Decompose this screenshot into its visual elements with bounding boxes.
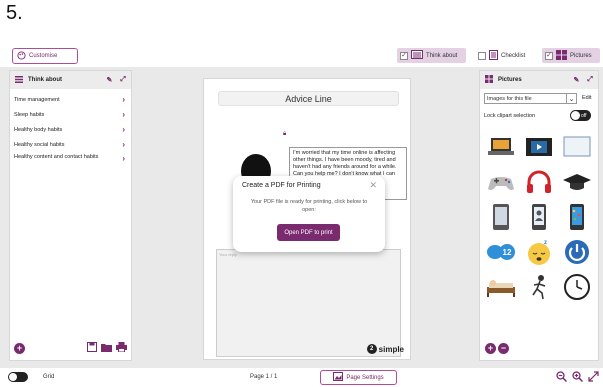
chevron-right-icon: ›: [122, 110, 125, 119]
toggle-knob: [9, 373, 17, 381]
monitor-icon[interactable]: [560, 132, 594, 161]
pdf-dialog: Create a PDF for Printing ✕ Your PDF fil…: [233, 176, 385, 252]
list-icon: [411, 50, 423, 61]
expand-icon[interactable]: ⤢: [120, 76, 126, 84]
sleeping-face-icon[interactable]: z: [522, 237, 556, 266]
think-about-title: Think about: [28, 77, 62, 83]
smartphone-icon[interactable]: [560, 202, 594, 231]
message-bubble-icon[interactable]: 12: [484, 237, 518, 266]
grid-label: Grid: [43, 374, 55, 380]
laptop-icon[interactable]: [484, 132, 518, 161]
think-about-item[interactable]: Sleep habits ›: [10, 107, 131, 122]
folder-icon[interactable]: [101, 339, 112, 357]
chevron-right-icon: ›: [122, 154, 125, 163]
think-about-item[interactable]: Healthy body habits ›: [10, 122, 131, 137]
dropdown-value: Images for this file: [487, 95, 532, 102]
edit-link[interactable]: Edit: [582, 95, 591, 101]
pictures-grid: 12 z: [484, 132, 596, 301]
brand-name: simple: [378, 344, 404, 354]
list-icon: [15, 75, 23, 85]
dialog-title: Create a PDF for Printing: [242, 182, 321, 189]
game-controller-icon[interactable]: [484, 167, 518, 196]
page-settings-button[interactable]: Page Settings: [320, 370, 397, 385]
pictures-footer: + −: [485, 343, 509, 354]
think-about-header: Think about ✎ ⤢: [10, 71, 131, 89]
pictures-grid-icon: [556, 49, 567, 62]
status-bar: Grid Page 1 / 1 Page Settings: [0, 368, 603, 387]
think-about-panel: Think about ✎ ⤢ Time management › Sleep h…: [9, 70, 132, 361]
dialog-message: Your PDF file is ready for printing, cli…: [250, 199, 368, 213]
toggle-state: off: [581, 112, 587, 119]
running-person-icon[interactable]: [522, 272, 556, 301]
remove-icon[interactable]: −: [498, 343, 509, 354]
reply-textbox[interactable]: Your reply: [216, 249, 401, 357]
close-icon[interactable]: ✕: [369, 180, 377, 191]
brand-mark: 2: [366, 344, 377, 354]
document-title[interactable]: Advice Line: [218, 91, 399, 106]
open-pdf-button[interactable]: Open PDF to print: [277, 224, 340, 241]
lock-icon[interactable]: 🔒︎: [283, 131, 286, 138]
pencil-icon[interactable]: ✎: [107, 76, 113, 84]
grid-toggle[interactable]: [8, 372, 28, 382]
toggle-knob: [571, 111, 580, 120]
think-about-item[interactable]: Time management ›: [10, 92, 131, 107]
zoom-out-icon[interactable]: [556, 371, 568, 384]
checklist-checkbox[interactable]: [478, 51, 486, 60]
chevron-right-icon: ›: [122, 95, 125, 104]
svg-text:z: z: [544, 240, 547, 246]
clock-icon[interactable]: [560, 272, 594, 301]
brand-logo: 2 simple: [366, 344, 404, 354]
fullscreen-icon[interactable]: [588, 371, 599, 384]
pictures-checkbox[interactable]: ✓: [545, 51, 553, 60]
print-icon[interactable]: [116, 339, 127, 357]
pictures-toggle[interactable]: ✓ Pictures: [542, 48, 600, 63]
phone-user-icon[interactable]: [522, 202, 556, 231]
expand-icon[interactable]: ⤢: [587, 76, 593, 84]
pencil-icon[interactable]: ✎: [574, 76, 580, 84]
pictures-title: Pictures: [498, 77, 522, 83]
chevron-right-icon: ›: [122, 125, 125, 134]
pictures-toggle-label: Pictures: [570, 52, 592, 59]
graduation-cap-icon[interactable]: [560, 167, 594, 196]
tablet-icon[interactable]: [484, 202, 518, 231]
reply-placeholder: Your reply: [219, 252, 237, 257]
page-settings-label: Page Settings: [346, 374, 384, 381]
film-strip-icon[interactable]: [522, 132, 556, 161]
checklist-icon: [489, 49, 498, 62]
chevron-down-icon: ⌄: [566, 94, 576, 103]
chevron-right-icon: ›: [122, 140, 125, 149]
pictures-icon: [485, 75, 493, 85]
think-about-item[interactable]: Healthy social habits ›: [10, 137, 131, 152]
think-about-label: Think about: [426, 52, 458, 59]
bed-icon[interactable]: [484, 272, 518, 301]
page-heading: 5.: [6, 2, 23, 24]
checklist-toggle[interactable]: Checklist: [475, 48, 535, 63]
think-about-checkbox[interactable]: ✓: [400, 51, 408, 60]
palette-icon: [17, 50, 26, 62]
save-icon[interactable]: [87, 339, 97, 357]
customise-label: Customise: [29, 53, 58, 59]
think-about-toggle[interactable]: ✓ Think about: [397, 48, 466, 63]
lock-clipart-label: Lock clipart selection: [484, 113, 536, 119]
zoom-in-icon[interactable]: [572, 371, 584, 384]
lock-clipart-toggle[interactable]: off: [570, 110, 591, 121]
page-settings-icon: [333, 372, 344, 383]
think-about-item[interactable]: Healthy content and contact habits ›: [10, 152, 131, 172]
add-icon[interactable]: +: [14, 342, 25, 354]
svg-text:12: 12: [503, 248, 512, 257]
add-icon[interactable]: +: [485, 343, 496, 354]
power-button-icon[interactable]: [560, 237, 594, 266]
headphones-icon[interactable]: [522, 167, 556, 196]
images-dropdown[interactable]: Images for this file ⌄: [484, 93, 577, 104]
checklist-label: Checklist: [501, 52, 526, 59]
page-indicator: Page 1 / 1: [250, 374, 278, 380]
pictures-header: Pictures ✎ ⤢: [480, 71, 598, 89]
think-about-footer: +: [14, 342, 127, 354]
customise-button[interactable]: Customise: [12, 48, 78, 64]
